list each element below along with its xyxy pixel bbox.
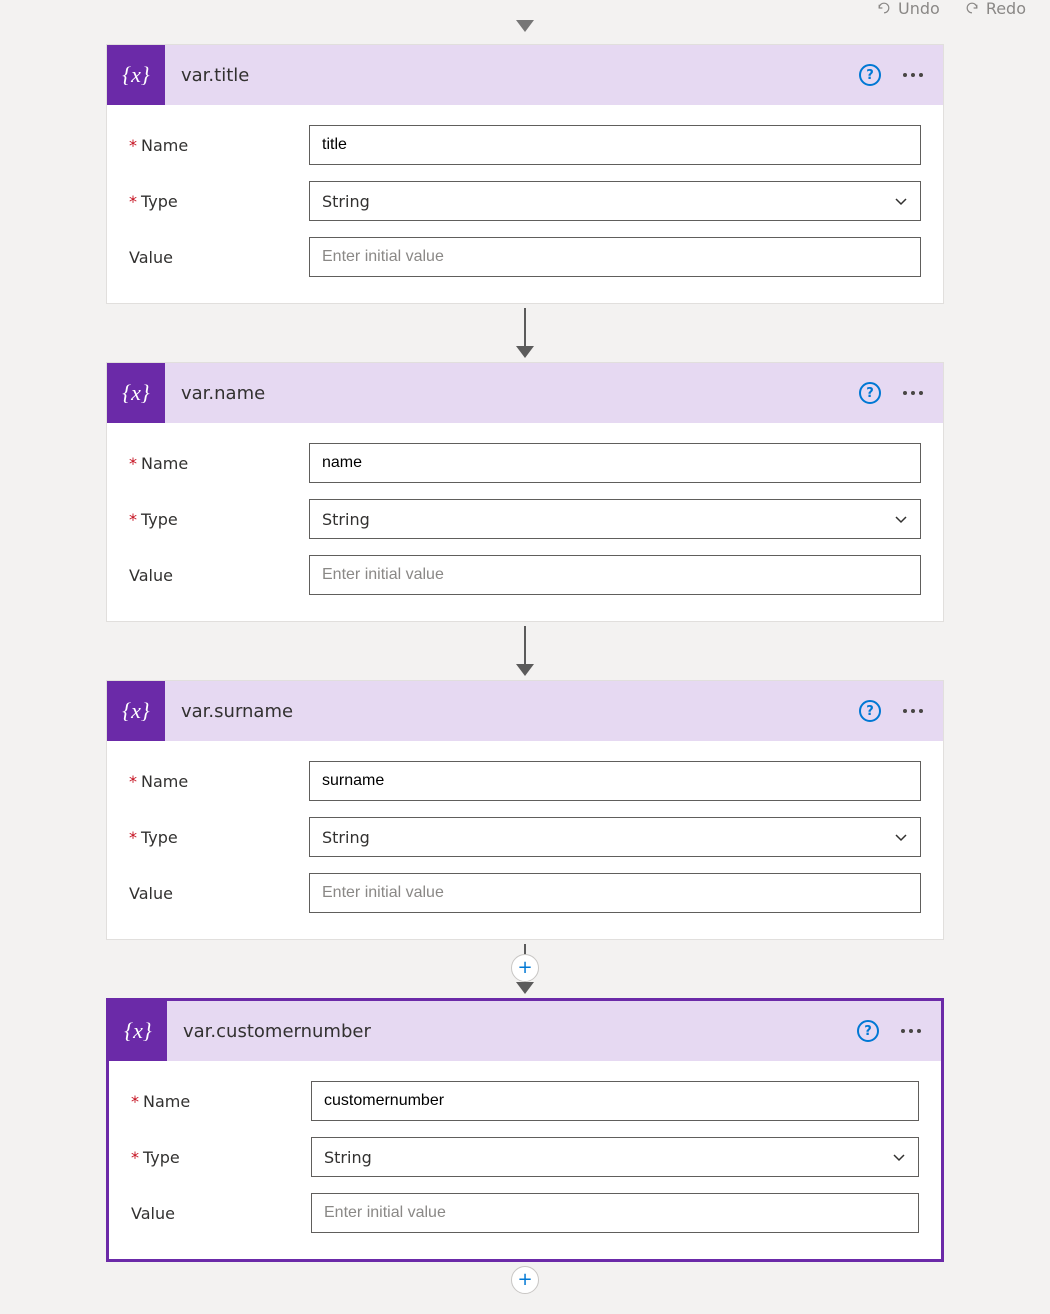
redo-icon bbox=[964, 0, 980, 16]
connector-arrow[interactable]: + bbox=[106, 1262, 944, 1290]
help-icon[interactable]: ? bbox=[857, 1020, 879, 1042]
help-icon[interactable]: ? bbox=[859, 64, 881, 86]
value-label: Value bbox=[129, 884, 289, 903]
more-menu-icon[interactable] bbox=[899, 387, 927, 399]
add-step-button[interactable]: + bbox=[511, 954, 539, 982]
name-label: Name bbox=[131, 1092, 291, 1111]
flow-canvas: {x} var.title ? Name Type String Value bbox=[0, 20, 1050, 1314]
editor-toolbar: Undo Redo bbox=[0, 0, 1050, 20]
value-label: Value bbox=[131, 1204, 291, 1223]
value-label: Value bbox=[129, 248, 289, 267]
card-header[interactable]: {x} var.title ? bbox=[107, 45, 943, 105]
type-value: String bbox=[322, 510, 370, 529]
card-header[interactable]: {x} var.customernumber ? bbox=[109, 1001, 941, 1061]
undo-icon bbox=[876, 0, 892, 16]
value-input[interactable] bbox=[311, 1193, 919, 1233]
type-label: Type bbox=[129, 828, 289, 847]
card-body: Name Type String Value bbox=[107, 423, 943, 621]
card-body: Name Type String Value bbox=[107, 741, 943, 939]
connector-arrow[interactable] bbox=[106, 622, 944, 680]
type-select[interactable]: String bbox=[309, 181, 921, 221]
redo-button[interactable]: Redo bbox=[964, 0, 1026, 18]
redo-label: Redo bbox=[986, 0, 1026, 18]
add-step-button[interactable]: + bbox=[511, 1266, 539, 1294]
more-menu-icon[interactable] bbox=[897, 1025, 925, 1037]
chevron-down-icon bbox=[894, 512, 908, 526]
variable-icon: {x} bbox=[109, 1001, 167, 1061]
name-input[interactable] bbox=[309, 125, 921, 165]
name-input[interactable] bbox=[309, 761, 921, 801]
incoming-arrow bbox=[516, 20, 534, 44]
chevron-down-icon bbox=[894, 194, 908, 208]
variable-card: {x} var.title ? Name Type String Value bbox=[106, 44, 944, 304]
chevron-down-icon bbox=[894, 830, 908, 844]
name-input[interactable] bbox=[309, 443, 921, 483]
variable-card: {x} var.name ? Name Type String Value bbox=[106, 362, 944, 622]
undo-label: Undo bbox=[898, 0, 940, 18]
type-label: Type bbox=[129, 192, 289, 211]
value-label: Value bbox=[129, 566, 289, 585]
value-input[interactable] bbox=[309, 555, 921, 595]
value-input[interactable] bbox=[309, 873, 921, 913]
type-label: Type bbox=[131, 1148, 291, 1167]
help-icon[interactable]: ? bbox=[859, 382, 881, 404]
name-label: Name bbox=[129, 136, 289, 155]
card-header[interactable]: {x} var.surname ? bbox=[107, 681, 943, 741]
card-body: Name Type String Value bbox=[109, 1061, 941, 1259]
card-header[interactable]: {x} var.name ? bbox=[107, 363, 943, 423]
type-value: String bbox=[322, 828, 370, 847]
variable-card: {x} var.surname ? Name Type String Value bbox=[106, 680, 944, 940]
type-value: String bbox=[324, 1148, 372, 1167]
type-value: String bbox=[322, 192, 370, 211]
variable-icon: {x} bbox=[107, 363, 165, 423]
type-label: Type bbox=[129, 510, 289, 529]
value-input[interactable] bbox=[309, 237, 921, 277]
variable-card: {x} var.customernumber ? Name Type Strin… bbox=[106, 998, 944, 1262]
connector-arrow[interactable] bbox=[106, 304, 944, 362]
card-title: var.title bbox=[165, 65, 859, 86]
variable-icon: {x} bbox=[107, 45, 165, 105]
type-select[interactable]: String bbox=[309, 817, 921, 857]
card-body: Name Type String Value bbox=[107, 105, 943, 303]
card-title: var.surname bbox=[165, 701, 859, 722]
more-menu-icon[interactable] bbox=[899, 69, 927, 81]
more-menu-icon[interactable] bbox=[899, 705, 927, 717]
connector-arrow[interactable]: + bbox=[106, 940, 944, 998]
name-label: Name bbox=[129, 772, 289, 791]
type-select[interactable]: String bbox=[311, 1137, 919, 1177]
type-select[interactable]: String bbox=[309, 499, 921, 539]
help-icon[interactable]: ? bbox=[859, 700, 881, 722]
chevron-down-icon bbox=[892, 1150, 906, 1164]
name-input[interactable] bbox=[311, 1081, 919, 1121]
card-title: var.customernumber bbox=[167, 1021, 857, 1042]
card-title: var.name bbox=[165, 383, 859, 404]
variable-icon: {x} bbox=[107, 681, 165, 741]
name-label: Name bbox=[129, 454, 289, 473]
undo-button[interactable]: Undo bbox=[876, 0, 940, 18]
